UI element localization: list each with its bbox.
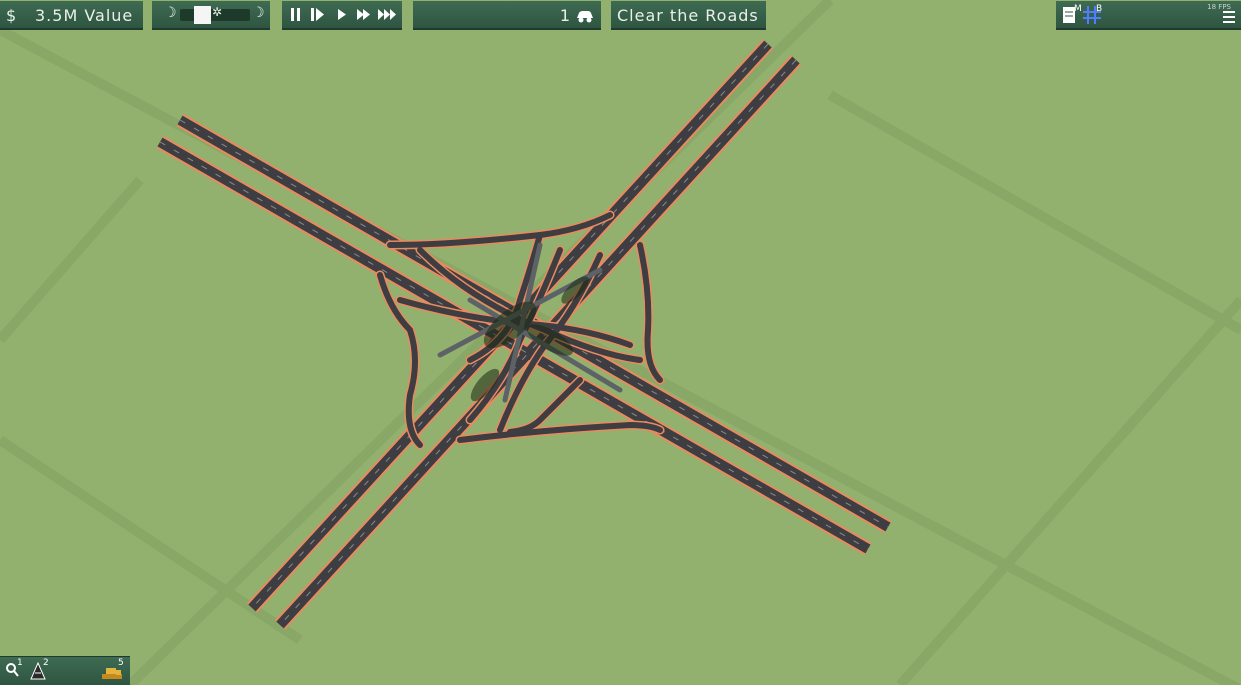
- fast-icon[interactable]: [356, 7, 372, 26]
- menu-badge-b: B: [1096, 4, 1103, 14]
- car-icon: [575, 8, 595, 27]
- currency-symbol: $: [6, 6, 18, 25]
- moon-icon: ☽: [164, 5, 177, 21]
- speed-controls: [282, 1, 402, 30]
- hamburger-menu-icon[interactable]: [1223, 9, 1235, 28]
- time-slider-handle[interactable]: [194, 6, 211, 24]
- cars-panel: 1: [413, 1, 601, 30]
- step-icon[interactable]: [310, 7, 326, 26]
- car-count: 1: [559, 6, 571, 25]
- tool-bar: 1 2 5: [0, 656, 130, 685]
- play-icon[interactable]: [337, 7, 347, 26]
- search-hotkey: 1: [17, 658, 23, 668]
- game-map[interactable]: [0, 0, 1241, 685]
- sun-icon: ✲: [212, 5, 223, 19]
- bulldozer-hotkey: 5: [118, 658, 124, 668]
- mission-title: Clear the Roads: [617, 6, 759, 25]
- city-value: 3.5M Value: [35, 6, 134, 25]
- time-of-day-panel: ☽ ✲ ☽: [152, 1, 270, 30]
- cone-hotkey: 2: [43, 658, 49, 668]
- value-panel: $ 3.5M Value: [0, 1, 143, 30]
- fastest-icon[interactable]: [377, 7, 399, 26]
- mission-panel[interactable]: Clear the Roads: [611, 1, 766, 30]
- menu-badge-m: M: [1074, 4, 1082, 14]
- menu-panel: M B 18 FPS: [1056, 1, 1241, 30]
- pause-icon[interactable]: [290, 7, 302, 21]
- moon-end-icon: ☽: [252, 5, 265, 21]
